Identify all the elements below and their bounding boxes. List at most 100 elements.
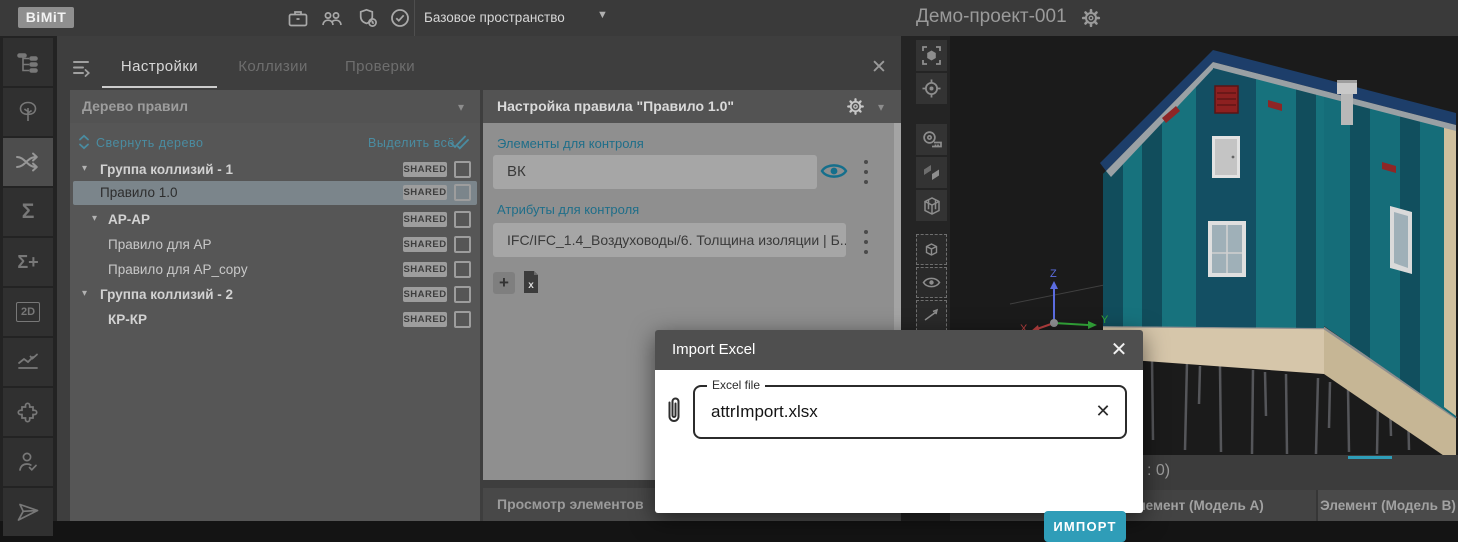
check-circle-icon[interactable] <box>388 7 412 29</box>
project-settings-gear-icon[interactable] <box>1080 7 1102 29</box>
row-checkbox[interactable] <box>454 211 471 228</box>
tree-icon <box>15 99 41 125</box>
tree-item-label: Правило для АР_copy <box>108 262 248 277</box>
close-icon[interactable]: ✕ <box>869 58 889 78</box>
shared-badge: SHARED <box>403 287 447 302</box>
results-count-text: : 0) <box>1147 462 1170 480</box>
left-sidebar: Σ Σ+ 2D <box>0 36 57 521</box>
sidebar-item-plugins[interactable] <box>3 388 53 436</box>
sidebar-item-send[interactable] <box>3 488 53 536</box>
shared-badge: SHARED <box>403 312 447 327</box>
elements-label: Элементы для контроля <box>497 136 644 151</box>
shield-status-icon[interactable] <box>356 7 380 29</box>
row-checkbox[interactable] <box>454 161 471 178</box>
excel-file-field[interactable]: Excel file attrImport.xlsx ✕ <box>693 385 1127 439</box>
collapse-tree-link[interactable]: Свернуть дерево <box>96 136 203 150</box>
workspace-selector[interactable]: Базовое пространство <box>424 9 565 27</box>
dialog-body: Excel file attrImport.xlsx ✕ ИМПОРТ <box>655 370 1143 513</box>
sigma-icon: Σ <box>22 200 35 224</box>
expand-arrow-icon[interactable]: ▾ <box>82 163 87 174</box>
collapse-menu-icon[interactable] <box>71 58 93 78</box>
tree-row-rule-1-0[interactable]: Правило 1.0 SHARED <box>73 181 477 205</box>
tree-item-label: Правило 1.0 <box>100 185 178 200</box>
add-attribute-button[interactable]: + <box>493 272 515 294</box>
app-logo: BiMiT <box>18 7 74 28</box>
measure-tape-button[interactable] <box>916 124 947 155</box>
attributes-more-menu-icon[interactable] <box>864 230 868 254</box>
send-icon <box>15 499 41 525</box>
expand-arrow-icon[interactable]: ▾ <box>82 288 87 299</box>
rules-tree-panel: Дерево правил ▾ Свернуть дерево Выделить… <box>70 90 480 521</box>
svg-text:x: x <box>528 280 534 291</box>
axis-y-label: Y <box>1101 314 1109 326</box>
sidebar-item-2d[interactable]: 2D <box>3 288 53 336</box>
chevron-down-icon[interactable]: ▾ <box>458 100 464 114</box>
hide-selection-button[interactable] <box>916 300 947 331</box>
section-plane-button[interactable] <box>916 157 947 188</box>
sidebar-item-sum-add[interactable]: Σ+ <box>3 238 53 286</box>
tree-row-rule-ar[interactable]: Правило для АР SHARED <box>73 233 477 257</box>
tab-settings[interactable]: Настройки <box>102 58 217 80</box>
sidebar-item-collisions[interactable] <box>3 138 53 186</box>
sidebar-item-user-check[interactable] <box>3 438 53 486</box>
sidebar-item-charts[interactable] <box>3 338 53 386</box>
locate-button[interactable] <box>916 73 947 104</box>
sidebar-item-sum[interactable]: Σ <box>3 188 53 236</box>
active-tab-underline <box>102 86 217 88</box>
row-checkbox[interactable] <box>454 286 471 303</box>
expand-collapse-icon[interactable] <box>78 134 90 150</box>
rules-tree-header[interactable]: Дерево правил ▾ <box>70 90 480 123</box>
isolate-cube-button[interactable] <box>916 234 947 265</box>
tree-row-ar-ar[interactable]: ▾ АР-АР SHARED <box>73 208 477 232</box>
excel-file-icon[interactable]: x <box>522 270 540 294</box>
team-icon[interactable] <box>320 7 344 29</box>
row-checkbox[interactable] <box>454 184 471 201</box>
briefcase-icon[interactable] <box>286 7 310 29</box>
tree-item-label: Правило для АР <box>108 237 212 252</box>
sidebar-item-structure[interactable] <box>3 38 53 86</box>
tree-row-rule-ar-copy[interactable]: Правило для АР_copy SHARED <box>73 258 477 282</box>
column-model-b-header[interactable]: Элемент (Модель B) <box>1318 498 1458 513</box>
tab-collisions[interactable]: Коллизии <box>230 58 316 80</box>
row-checkbox[interactable] <box>454 311 471 328</box>
shuffle-icon <box>14 149 42 175</box>
paperclip-icon[interactable] <box>663 396 685 426</box>
elements-field[interactable]: ВК <box>493 155 817 189</box>
tree-structure-icon <box>15 49 41 75</box>
section-box-button[interactable] <box>916 190 947 221</box>
chevron-down-icon[interactable]: ▾ <box>878 100 884 114</box>
row-checkbox[interactable] <box>454 261 471 278</box>
tree-item-label: Группа коллизий - 1 <box>100 162 233 177</box>
clear-icon[interactable]: ✕ <box>1093 401 1113 421</box>
shared-badge: SHARED <box>403 162 447 177</box>
row-checkbox[interactable] <box>454 236 471 253</box>
expand-arrow-icon[interactable]: ▾ <box>92 213 97 224</box>
show-hidden-button[interactable] <box>916 267 947 298</box>
panel-resize-handle[interactable] <box>1348 456 1392 459</box>
attributes-field[interactable]: IFC/IFC_1.4_Воздуховоды/6. Толщина изоля… <box>493 223 846 257</box>
tab-checks[interactable]: Проверки <box>338 58 422 80</box>
column-model-a-header[interactable]: Элемент (Модель A) <box>1128 498 1264 513</box>
tree-row-group-1[interactable]: ▾ Группа коллизий - 1 SHARED <box>73 158 477 182</box>
tree-row-group-2[interactable]: ▾ Группа коллизий - 2 SHARED <box>73 283 477 307</box>
shared-badge: SHARED <box>403 212 447 227</box>
sidebar-item-model-tree[interactable] <box>3 88 53 136</box>
field-value[interactable]: attrImport.xlsx <box>711 402 818 422</box>
chevron-down-icon[interactable]: ▼ <box>597 9 608 21</box>
puzzle-icon <box>15 399 41 425</box>
close-icon[interactable]: ✕ <box>1109 340 1129 360</box>
eye-icon[interactable] <box>820 160 848 182</box>
elements-more-menu-icon[interactable] <box>864 160 868 184</box>
rule-gear-icon[interactable] <box>845 96 866 117</box>
top-bar: BiMiT Базовое пространство ▼ Демо-проект… <box>0 0 1458 37</box>
rule-settings-header[interactable]: Настройка правила "Правило 1.0" ▾ <box>483 90 901 123</box>
axis-z-label: Z <box>1050 268 1057 280</box>
field-label: Excel file <box>707 378 765 392</box>
2d-view-icon: 2D <box>16 302 40 322</box>
attributes-label: Атрибуты для контроля <box>497 202 639 217</box>
select-all-link[interactable]: Выделить всё <box>368 136 455 150</box>
fit-model-button[interactable] <box>916 40 947 71</box>
double-check-icon[interactable] <box>449 134 469 150</box>
tree-row-kr-kr[interactable]: КР-КР SHARED <box>73 308 477 332</box>
import-button[interactable]: ИМПОРТ <box>1044 511 1126 542</box>
